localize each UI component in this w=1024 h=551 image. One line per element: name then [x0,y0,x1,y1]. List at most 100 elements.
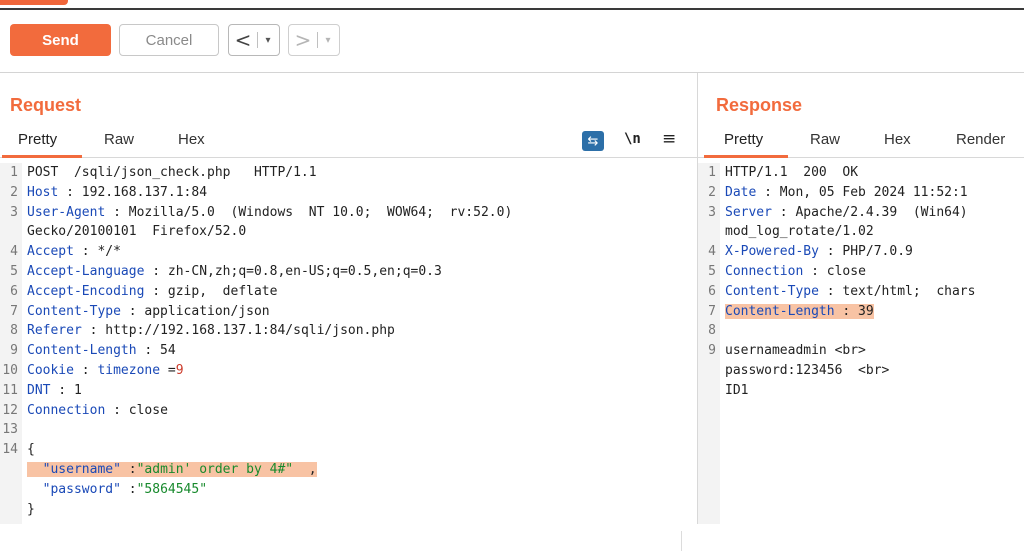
header-field: Content-Length : 39 [725,303,874,319]
active-tab-marker [0,0,68,5]
header-value: close [818,263,866,279]
wrap-lines-icon[interactable]: ⇆ [582,131,604,151]
code-text: Date : Mon, 05 Feb 2024 11:52:1 [725,183,968,203]
code-line: 4 X-Powered-By : PHP/7.0.9 [698,242,1024,262]
code-text: Content-Type : application/json [27,302,270,322]
tab-pretty[interactable]: Pretty [18,131,57,148]
request-editor[interactable]: 1 POST /sqli/json_check.php HTTP/1.1 2 Host… [0,163,697,524]
code-line: 8 [698,321,1024,341]
json-field: "password" :"5864545" [27,482,207,497]
menu-icon[interactable]: ≡ [662,129,676,149]
line-number: 1 [10,165,18,180]
header-separator: : [834,303,851,319]
header-field: Referer : http://192.168.137.1:84/sqli/j… [27,323,395,338]
tab-raw[interactable]: Raw [104,131,134,148]
line-number: 4 [708,244,716,260]
header-value: text/html; chars [834,283,976,299]
header-separator: : [105,204,121,220]
code-text: User-Agent : Mozilla/5.0 (Windows NT 10.… [27,203,512,223]
header-name: Accept-Encoding [27,283,145,299]
tab-hex[interactable]: Hex [178,131,205,148]
json-value: "5864545" [136,481,208,497]
plain-text: ID1 [725,382,749,398]
code-line: 6 Content-Type : text/html; chars [698,282,1024,302]
forward-navigation-button[interactable]: > ▾ [288,24,340,56]
header-field: Content-Type : text/html; chars [725,284,975,299]
toolbar: Send Cancel < ▾ > ▾ [0,10,1024,73]
plain-text: { [27,442,35,458]
code-line: mod_log_rotate/1.02 [698,222,1024,242]
header-value: 1 [66,382,82,398]
chevron-down-icon[interactable]: ▾ [258,35,278,46]
code-text: Connection : close [27,401,168,421]
code-line: 2 Host : 192.168.137.1:84 [0,183,697,203]
json-colon: : [120,461,137,477]
code-text: { [27,440,35,460]
header-field: User-Agent : Mozilla/5.0 (Windows NT 10.… [27,205,512,220]
line-number: 9 [10,343,18,359]
response-title: Response [716,95,803,115]
newline-icon[interactable]: \n [624,131,641,147]
line-number: 5 [10,263,18,279]
code-line: password:123456 <br> [698,361,1024,381]
code-line: 3 Server : Apache/2.4.39 (Win64) [698,203,1024,223]
chevron-right-icon[interactable]: > [289,28,317,52]
send-button[interactable]: Send [10,24,111,56]
chevron-left-icon[interactable]: < [229,28,257,52]
json-key: "username" [42,461,121,477]
line-number: 7 [10,303,18,319]
header-name: Referer [27,323,82,339]
header-name: Connection [27,402,106,418]
header-separator: : [50,382,67,398]
code-line: } [0,500,697,520]
response-tabs: Pretty Raw Hex Render [698,125,1024,158]
header-separator: : [803,263,819,279]
tab-hex[interactable]: Hex [884,131,911,148]
json-colon: : [120,481,137,497]
line-number: 1 [708,165,716,180]
header-name: Cookie [27,362,74,378]
header-name: Date [725,184,757,200]
code-line: ID1 [698,381,1024,401]
json-key: "password" [42,481,121,497]
cancel-button[interactable]: Cancel [119,24,219,56]
header-separator: : [58,184,74,200]
cookie-value: 9 [175,362,184,378]
code-text: Content-Type : text/html; chars [725,282,975,302]
code-text: ID1 [725,381,748,401]
chevron-down-icon[interactable]: ▾ [318,35,338,46]
line-number: 8 [708,323,716,339]
line-number: 9 [708,343,716,359]
code-text: HTTP/1.1 200 OK [725,163,858,183]
code-line: 5 Accept-Language : zh-CN,zh;q=0.8,en-US;… [0,262,697,282]
header-name: X-Powered-By [725,244,819,260]
header-field: Accept-Language : zh-CN,zh;q=0.8,en-US;q… [27,264,442,279]
tab-pretty[interactable]: Pretty [724,131,763,148]
header-value: PHP/7.0.9 [834,244,913,260]
code-line: 4 Accept : */* [0,242,697,262]
back-navigation-button[interactable]: < ▾ [228,24,280,56]
plain-text: mod_log_rotate/1.02 [725,224,874,240]
response-editor[interactable]: 1 HTTP/1.1 200 OK 2 Date : Mon, 05 Feb 2024… [698,163,1024,524]
header-value: http://192.168.137.1:84/sqli/json.php [97,323,395,339]
header-value: 54 [152,343,176,359]
header-value: Mozilla/5.0 (Windows NT 10.0; WOW64; rv:… [120,204,513,220]
code-text: Gecko/20100101 Firefox/52.0 [27,222,246,242]
header-field: Connection : close [725,264,866,279]
line-number: 6 [10,283,18,299]
header-field: Connection : close [27,403,168,418]
code-text: X-Powered-By : PHP/7.0.9 [725,242,913,262]
code-line: Gecko/20100101 Firefox/52.0 [0,222,697,242]
line-number: 6 [708,283,716,299]
code-text: "password" :"5864545" [27,480,207,500]
plain-text: POST /sqli/json_check.php HTTP/1.1 [27,165,317,180]
header-separator: : [105,402,121,418]
json-field: "username" :"admin' order by 4#" , [27,461,317,477]
header-field: Server : Apache/2.4.39 (Win64) [725,205,968,220]
code-line: 8 Referer : http://192.168.137.1:84/sqli/… [0,321,697,341]
plain-text: HTTP/1.1 200 OK [725,165,859,180]
tab-raw[interactable]: Raw [810,131,840,148]
code-text: Cookie : timezone =9 [27,361,184,381]
header-value: zh-CN,zh;q=0.8,en-US;q=0.5,en;q=0.3 [160,263,442,279]
tab-render[interactable]: Render [956,131,1005,148]
